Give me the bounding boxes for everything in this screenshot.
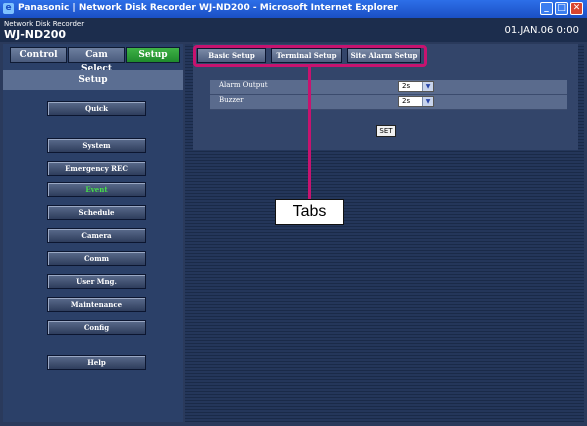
setting-row: Buzzer 2s ▼ xyxy=(210,95,567,110)
title-bar: e Panasonic | Network Disk Recorder WJ-N… xyxy=(0,0,587,18)
mode-buttons: Control Cam Select Setup xyxy=(10,47,180,74)
menu-system-button[interactable]: System xyxy=(47,138,146,153)
chevron-down-icon[interactable]: ▼ xyxy=(422,82,433,91)
menu-maintenance-button[interactable]: Maintenance xyxy=(47,297,146,312)
menu-help-button[interactable]: Help xyxy=(47,355,146,370)
menu-config-button[interactable]: Config xyxy=(47,320,146,335)
menu-camera-button[interactable]: Camera xyxy=(47,228,146,243)
menu-user-mng-button[interactable]: User Mng. xyxy=(47,274,146,289)
tabs-highlight-frame xyxy=(193,45,427,67)
cam-select-button[interactable]: Cam Select xyxy=(68,47,125,74)
setup-heading: Setup xyxy=(3,70,183,90)
menu-comm-button[interactable]: Comm xyxy=(47,251,146,266)
left-panel: Control Cam Select Setup Setup Quick Sys… xyxy=(3,44,183,422)
close-button[interactable]: ✕ xyxy=(570,2,583,15)
menu-quick-button[interactable]: Quick xyxy=(47,101,146,116)
set-button[interactable]: SET xyxy=(376,125,396,137)
callout-leader-line xyxy=(308,67,311,199)
menu-event-button[interactable]: Event xyxy=(47,182,146,197)
minimize-button[interactable]: _ xyxy=(540,2,553,15)
menu-schedule-button[interactable]: Schedule xyxy=(47,205,146,220)
browser-window: e Panasonic | Network Disk Recorder WJ-N… xyxy=(0,0,587,426)
buzzer-label: Buzzer xyxy=(219,96,244,104)
setup-button[interactable]: Setup xyxy=(126,47,180,63)
date-time: 01.JAN.06 0:00 xyxy=(504,25,579,36)
alarm-output-select[interactable]: 2s ▼ xyxy=(398,81,434,92)
settings-panel: Basic Setup Terminal Setup Site Alarm Se… xyxy=(193,44,578,150)
alarm-output-value: 2s xyxy=(402,82,411,90)
window-title: Panasonic | Network Disk Recorder WJ-ND2… xyxy=(18,3,398,13)
chevron-down-icon[interactable]: ▼ xyxy=(422,97,433,106)
ie-logo-icon: e xyxy=(3,3,14,14)
buzzer-select[interactable]: 2s ▼ xyxy=(398,96,434,107)
menu-emergency-rec-button[interactable]: Emergency REC xyxy=(47,161,146,176)
buzzer-value: 2s xyxy=(402,97,411,105)
setting-row: Alarm Output 2s ▼ xyxy=(210,80,567,95)
content-area: Basic Setup Terminal Setup Site Alarm Se… xyxy=(185,44,584,422)
alarm-output-label: Alarm Output xyxy=(219,81,268,89)
control-button[interactable]: Control xyxy=(10,47,67,63)
recorder-model: WJ-ND200 xyxy=(4,28,67,41)
recorder-subtitle: Network Disk Recorder xyxy=(4,20,85,28)
maximize-button[interactable]: □ xyxy=(555,2,568,15)
recorder-header: Network Disk Recorder WJ-ND200 01.JAN.06… xyxy=(0,18,587,42)
tabs-callout-label: Tabs xyxy=(275,199,344,225)
